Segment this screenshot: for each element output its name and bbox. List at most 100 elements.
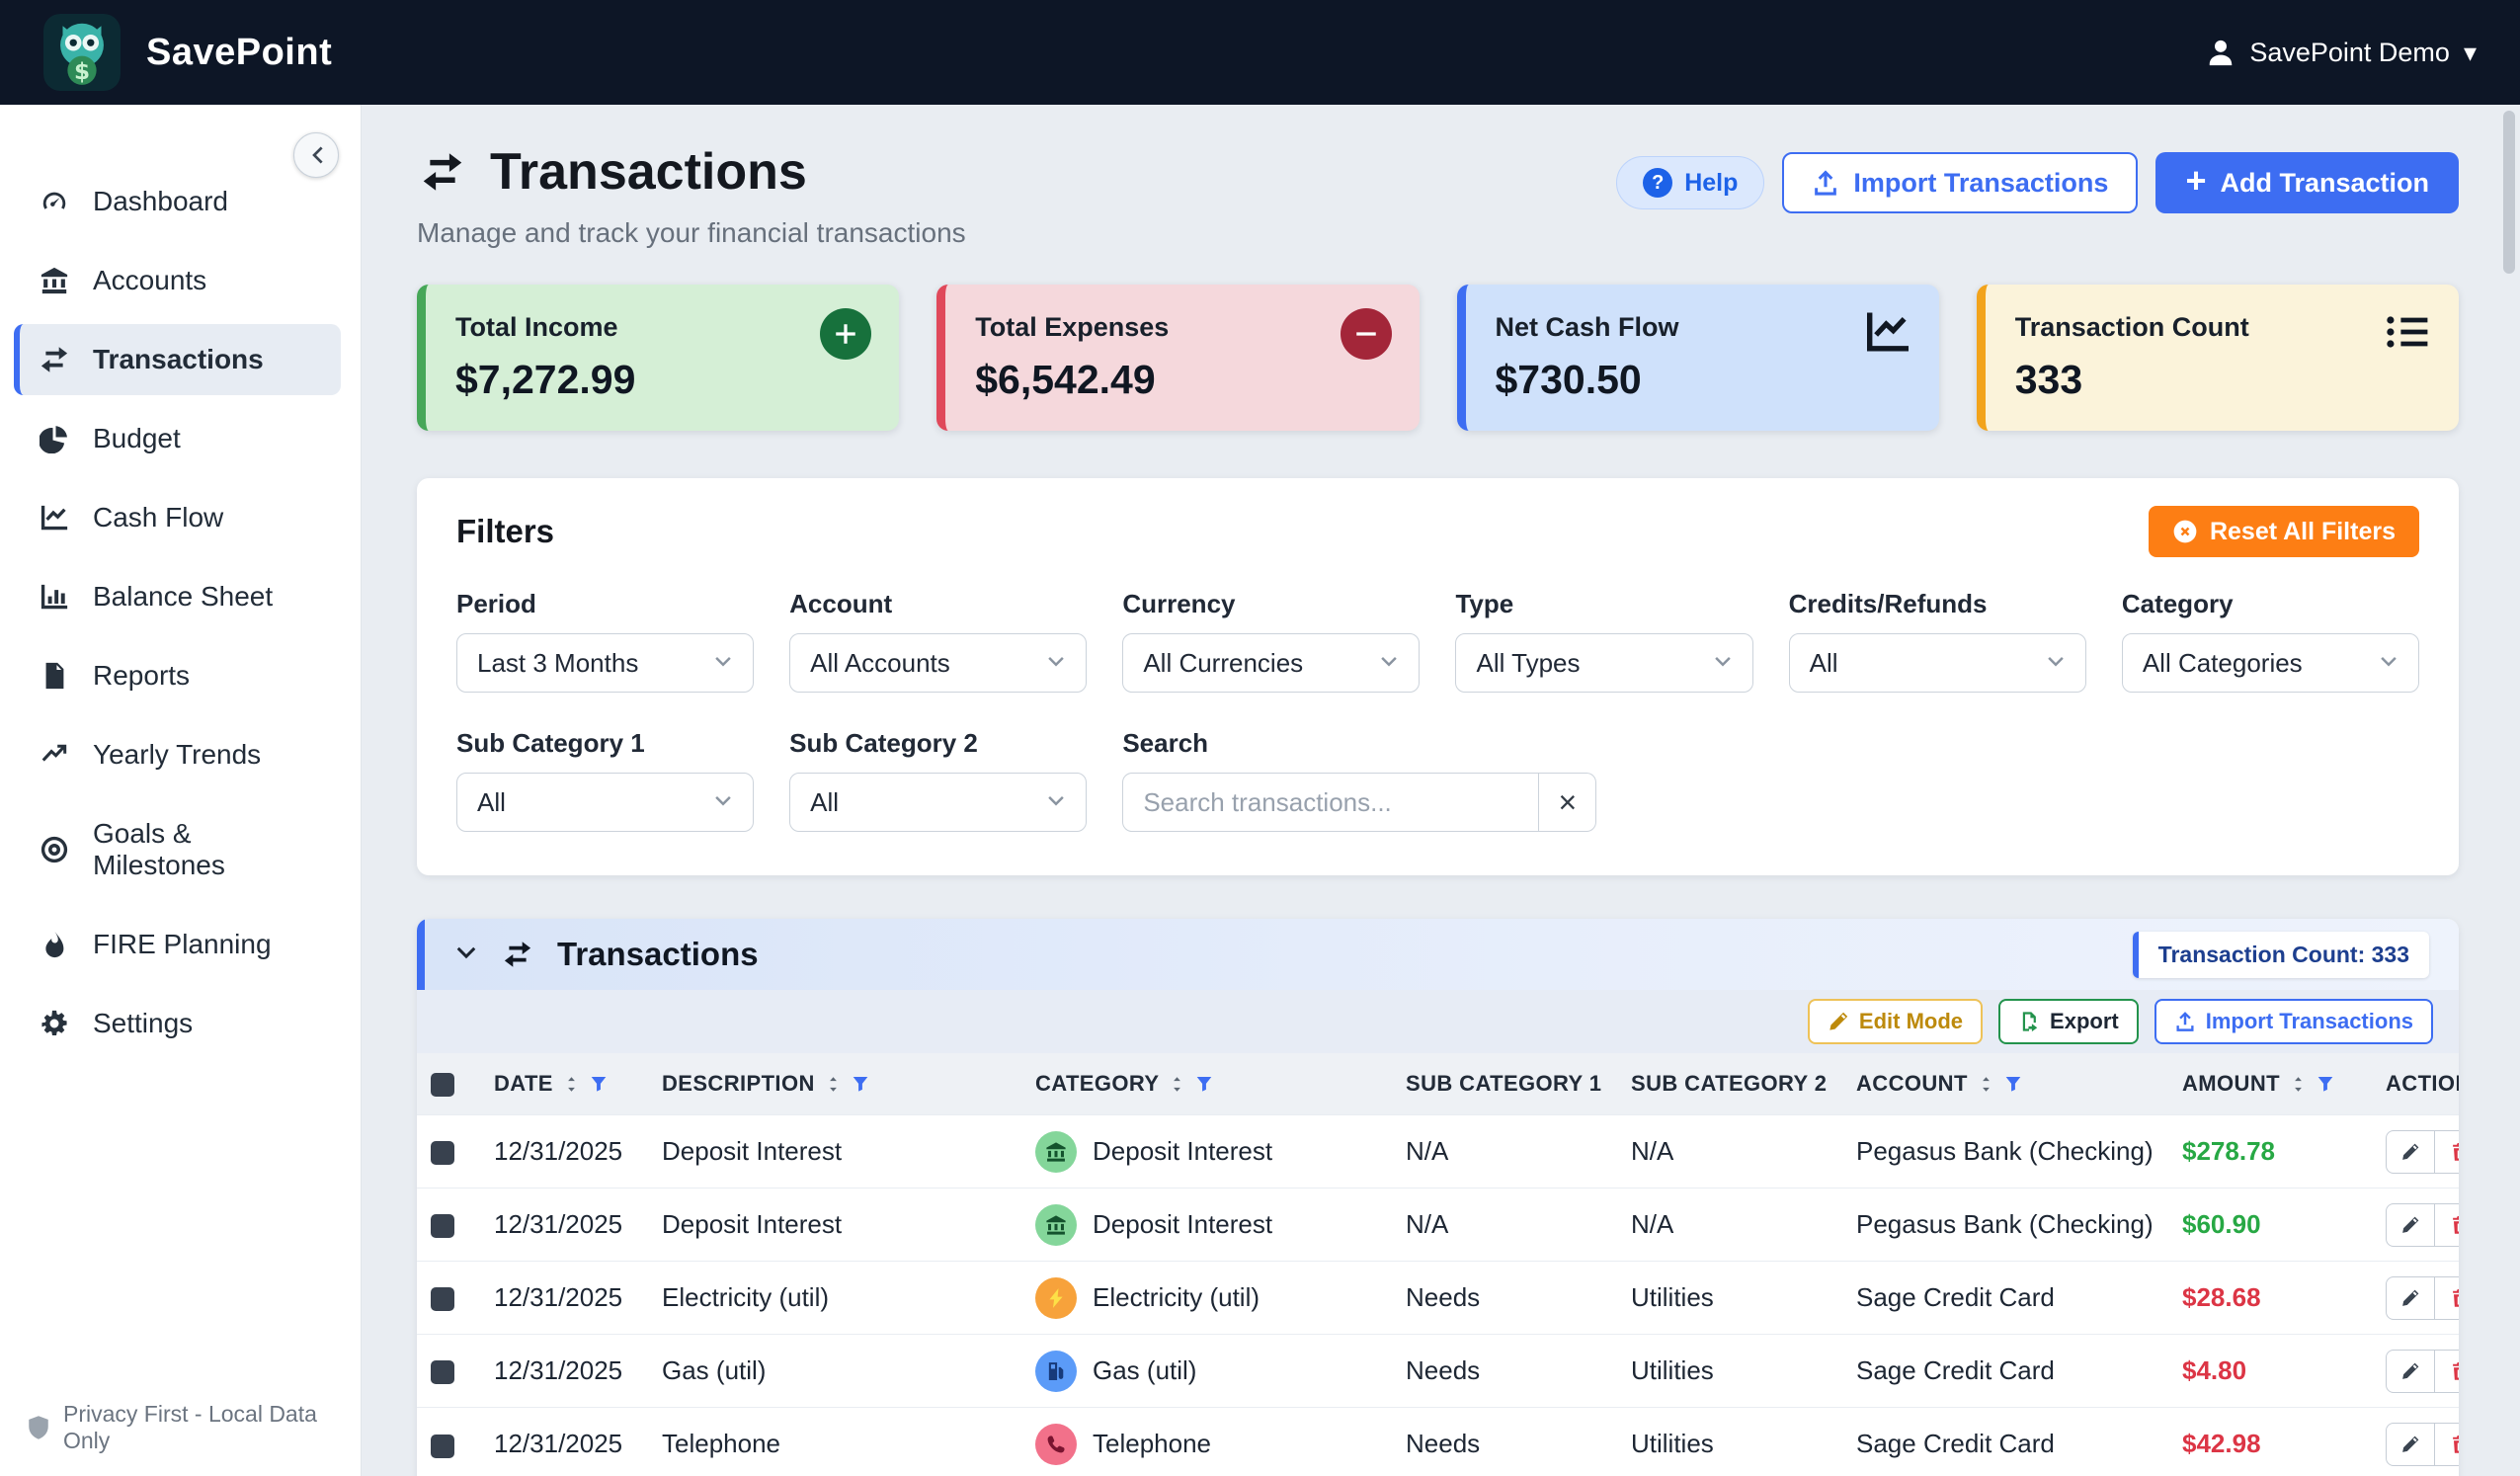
trash-icon	[2450, 1142, 2460, 1162]
sort-icon[interactable]	[825, 1076, 842, 1093]
panel-title: Transactions	[557, 936, 759, 973]
delete-row-button[interactable]	[2435, 1350, 2459, 1393]
import-transactions-button[interactable]: Import Transactions	[1782, 152, 2138, 213]
scrollbar-thumb[interactable]	[2503, 111, 2515, 274]
sort-icon[interactable]	[563, 1076, 580, 1093]
search-field: Search ×	[1122, 728, 1596, 832]
sidebar-item-dashboard[interactable]: Dashboard	[14, 166, 341, 237]
delete-row-button[interactable]	[2435, 1130, 2459, 1174]
clear-search-button[interactable]: ×	[1539, 773, 1596, 832]
edit-mode-button[interactable]: Edit Mode	[1808, 999, 1983, 1044]
sidebar-item-fire-planning[interactable]: FIRE Planning	[14, 909, 341, 980]
sidebar-item-accounts[interactable]: Accounts	[14, 245, 341, 316]
edit-row-button[interactable]	[2386, 1130, 2435, 1174]
filter-select[interactable]: All Types	[1455, 633, 1752, 693]
edit-row-button[interactable]	[2386, 1350, 2435, 1393]
filter-select[interactable]: All	[1789, 633, 2086, 693]
cell-category: Telephone	[1035, 1424, 1378, 1465]
filter-select[interactable]: All	[456, 773, 754, 832]
column-header-date[interactable]: DATE	[480, 1053, 648, 1115]
filter-select[interactable]: Last 3 Months	[456, 633, 754, 693]
column-header-description[interactable]: DESCRIPTION	[648, 1053, 1021, 1115]
cell-sub-category-1: Needs	[1392, 1335, 1617, 1408]
pencil-icon	[1828, 1011, 1849, 1032]
column-header-amount[interactable]: AMOUNT	[2168, 1053, 2372, 1115]
sidebar-item-label: Settings	[93, 1008, 193, 1039]
row-checkbox[interactable]	[431, 1141, 454, 1165]
chevron-down-icon	[1379, 653, 1399, 673]
row-checkbox[interactable]	[431, 1435, 454, 1458]
sort-icon[interactable]	[2290, 1076, 2307, 1093]
app-logo-owl-icon[interactable]: $	[43, 14, 121, 91]
column-header-sub-category-2[interactable]: SUB CATEGORY 2	[1617, 1053, 1842, 1115]
column-label: CATEGORY	[1035, 1071, 1159, 1097]
filter-icon[interactable]	[2317, 1075, 2334, 1093]
delete-row-button[interactable]	[2435, 1276, 2459, 1320]
sidebar-item-label: Balance Sheet	[93, 581, 273, 613]
category-label: Telephone	[1093, 1429, 1211, 1459]
sidebar-item-cash-flow[interactable]: Cash Flow	[14, 482, 341, 553]
reset-all-filters-button[interactable]: Reset All Filters	[2149, 506, 2419, 557]
sidebar-item-settings[interactable]: Settings	[14, 988, 341, 1059]
filter-select-value: All Types	[1476, 648, 1580, 679]
pencil-icon	[2400, 1142, 2420, 1162]
sidebar-item-transactions[interactable]: Transactions	[14, 324, 341, 395]
cell-amount: $42.98	[2168, 1408, 2372, 1476]
stat-label: Total Expenses	[975, 312, 1389, 343]
sidebar-item-reports[interactable]: Reports	[14, 640, 341, 711]
stat-value: $6,542.49	[975, 357, 1389, 403]
edit-row-button[interactable]	[2386, 1276, 2435, 1320]
filter-select[interactable]: All Currencies	[1122, 633, 1420, 693]
stat-card-net-cash-flow: Net Cash Flow $730.50	[1457, 285, 1939, 431]
category-label: Deposit Interest	[1093, 1136, 1272, 1167]
chevron-down-icon	[1713, 653, 1733, 673]
filter-icon[interactable]	[2004, 1075, 2022, 1093]
column-header-sub-category-1[interactable]: SUB CATEGORY 1	[1392, 1053, 1617, 1115]
filter-icon[interactable]	[852, 1075, 869, 1093]
transactions-panel-header[interactable]: Transactions Transaction Count: 333	[417, 919, 2459, 990]
stat-card-total-expenses: Total Expenses $6,542.49	[936, 285, 1419, 431]
filter-icon[interactable]	[590, 1075, 608, 1093]
chevron-down-icon[interactable]	[454, 943, 478, 966]
page-header: Transactions Manage and track your finan…	[417, 134, 2459, 249]
trend-icon	[40, 740, 69, 770]
chevron-down-icon	[1046, 653, 1066, 673]
sort-icon[interactable]	[1978, 1076, 1994, 1093]
cell-amount: $60.90	[2168, 1189, 2372, 1262]
sidebar-item-budget[interactable]: Budget	[14, 403, 341, 474]
help-button[interactable]: ? Help	[1616, 156, 1764, 209]
filter-select[interactable]: All Categories	[2122, 633, 2419, 693]
column-header-account[interactable]: ACCOUNT	[1842, 1053, 2168, 1115]
export-button[interactable]: Export	[1998, 999, 2139, 1044]
sidebar-item-goals-milestones[interactable]: Goals & Milestones	[14, 798, 341, 901]
import-transactions-button[interactable]: Import Transactions	[2154, 999, 2433, 1044]
row-checkbox[interactable]	[431, 1360, 454, 1384]
delete-row-button[interactable]	[2435, 1423, 2459, 1466]
search-input[interactable]	[1122, 773, 1539, 832]
sort-icon[interactable]	[1169, 1076, 1185, 1093]
transaction-row: 12/31/2025 Telephone Telephone Needs Uti…	[417, 1408, 2459, 1476]
page-title: Transactions	[417, 142, 966, 202]
question-icon: ?	[1643, 168, 1672, 198]
sidebar-item-balance-sheet[interactable]: Balance Sheet	[14, 561, 341, 632]
sidebar: Dashboard Accounts Transactions Budget C…	[0, 105, 362, 1476]
row-checkbox[interactable]	[431, 1287, 454, 1311]
sidebar-item-label: Accounts	[93, 265, 206, 296]
edit-row-button[interactable]	[2386, 1203, 2435, 1247]
delete-row-button[interactable]	[2435, 1203, 2459, 1247]
row-checkbox[interactable]	[431, 1214, 454, 1238]
user-menu[interactable]: SavePoint Demo ▾	[2206, 38, 2477, 68]
column-header-actions[interactable]: ACTIONS	[2372, 1053, 2459, 1115]
filter-select[interactable]: All	[789, 773, 1087, 832]
select-all-checkbox[interactable]	[431, 1073, 454, 1097]
row-actions	[2386, 1203, 2459, 1247]
add-transaction-button[interactable]: + Add Transaction	[2155, 152, 2459, 213]
list-icon	[2384, 308, 2431, 356]
sidebar-collapse-button[interactable]	[293, 132, 339, 178]
column-header-category[interactable]: CATEGORY	[1021, 1053, 1392, 1115]
filter-icon[interactable]	[1195, 1075, 1213, 1093]
filter-select[interactable]: All Accounts	[789, 633, 1087, 693]
cell-date: 12/31/2025	[480, 1335, 648, 1408]
edit-row-button[interactable]	[2386, 1423, 2435, 1466]
sidebar-item-yearly-trends[interactable]: Yearly Trends	[14, 719, 341, 790]
